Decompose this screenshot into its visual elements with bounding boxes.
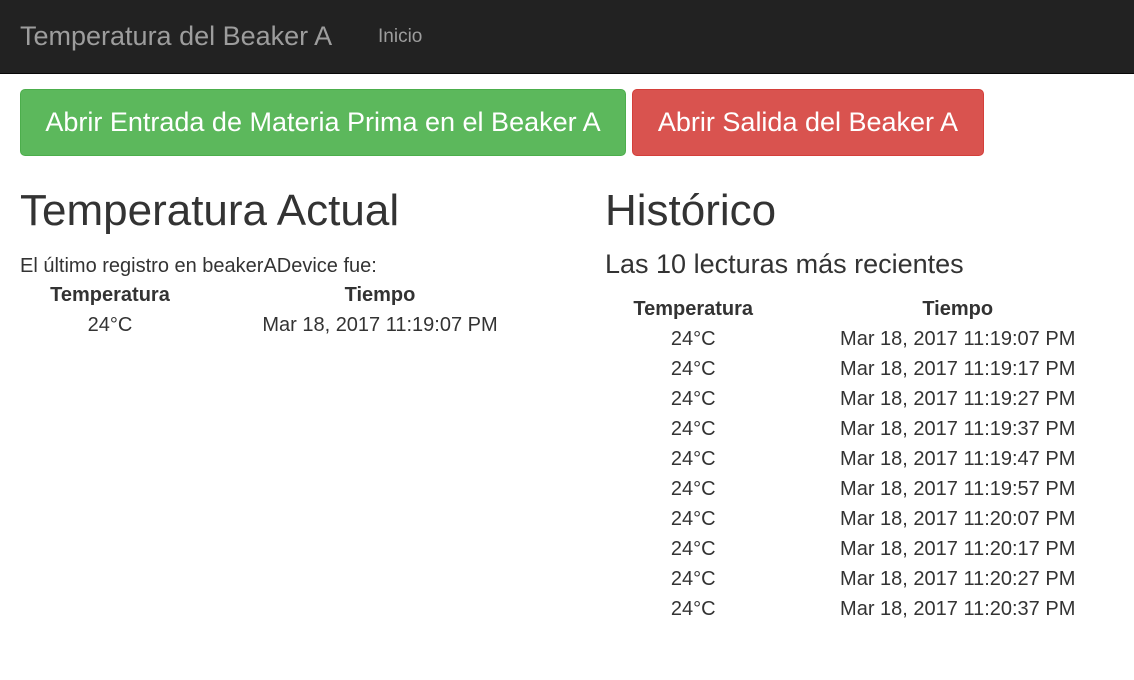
column-header-tiempo: Tiempo [922,298,994,320]
temperature-cell: 24°C [670,448,716,470]
time-cell: Mar 18, 2017 11:19:07 PM [262,314,498,336]
open-input-button[interactable]: Abrir Entrada de Materia Prima en el Bea… [20,89,626,156]
temperature-cell: 24°C [670,328,716,350]
open-output-button[interactable]: Abrir Salida del Beaker A [632,89,984,156]
time-cell: Mar 18, 2017 11:19:47 PM [840,448,1076,470]
navbar-brand[interactable]: Temperatura del Beaker A [20,20,332,52]
time-cell: Mar 18, 2017 11:20:37 PM [840,598,1076,620]
temperature-cell: 24°C [670,598,716,620]
time-cell: Mar 18, 2017 11:19:07 PM [840,328,1076,350]
column-header-temperatura: Temperatura [633,298,754,320]
table-row: 24°C Mar 18, 2017 11:19:07 PM [605,324,1134,354]
history-subtitle: Las 10 lecturas más recientes [605,249,964,279]
table-row: 24°C Mar 18, 2017 11:20:17 PM [605,534,1134,564]
table-header-row: Temperatura Tiempo [605,294,1134,324]
table-row: 24°C Mar 18, 2017 11:19:07 PM [20,310,560,340]
table-row: 24°C Mar 18, 2017 11:20:07 PM [605,504,1134,534]
temperature-cell: 24°C [670,478,716,500]
temperature-cell: 24°C [670,538,716,560]
nav-link-inicio[interactable]: Inicio [378,26,422,48]
temperature-cell: 24°C [87,314,133,336]
temperature-cell: 24°C [670,508,716,530]
current-temperature-title: Temperatura Actual [20,186,400,235]
time-cell: Mar 18, 2017 11:19:57 PM [840,478,1076,500]
temperature-cell: 24°C [670,418,716,440]
column-header-tiempo: Tiempo [344,284,416,306]
history-table: Temperatura Tiempo 24°C Mar 18, 2017 11:… [605,294,1134,624]
table-row: 24°C Mar 18, 2017 11:19:57 PM [605,474,1134,504]
table-header-row: Temperatura Tiempo [20,280,560,310]
temperature-cell: 24°C [670,388,716,410]
current-intro-text: El último registro en beakerADevice fue: [20,255,377,277]
history-title: Histórico [605,186,777,235]
table-row: 24°C Mar 18, 2017 11:20:27 PM [605,564,1134,594]
current-reading-table: Temperatura Tiempo 24°C Mar 18, 2017 11:… [20,280,560,340]
time-cell: Mar 18, 2017 11:19:17 PM [840,358,1076,380]
temperature-cell: 24°C [670,568,716,590]
column-header-temperatura: Temperatura [50,284,170,306]
time-cell: Mar 18, 2017 11:19:27 PM [840,388,1076,410]
temperature-cell: 24°C [670,358,716,380]
navbar: Temperatura del Beaker A Inicio [0,0,1134,74]
table-row: 24°C Mar 18, 2017 11:19:27 PM [605,384,1134,414]
time-cell: Mar 18, 2017 11:20:17 PM [840,538,1076,560]
time-cell: Mar 18, 2017 11:20:07 PM [840,508,1076,530]
table-row: 24°C Mar 18, 2017 11:19:17 PM [605,354,1134,384]
table-row: 24°C Mar 18, 2017 11:19:47 PM [605,444,1134,474]
table-row: 24°C Mar 18, 2017 11:19:37 PM [605,414,1134,444]
time-cell: Mar 18, 2017 11:20:27 PM [840,568,1076,590]
table-row: 24°C Mar 18, 2017 11:20:37 PM [605,594,1134,624]
time-cell: Mar 18, 2017 11:19:37 PM [840,418,1076,440]
